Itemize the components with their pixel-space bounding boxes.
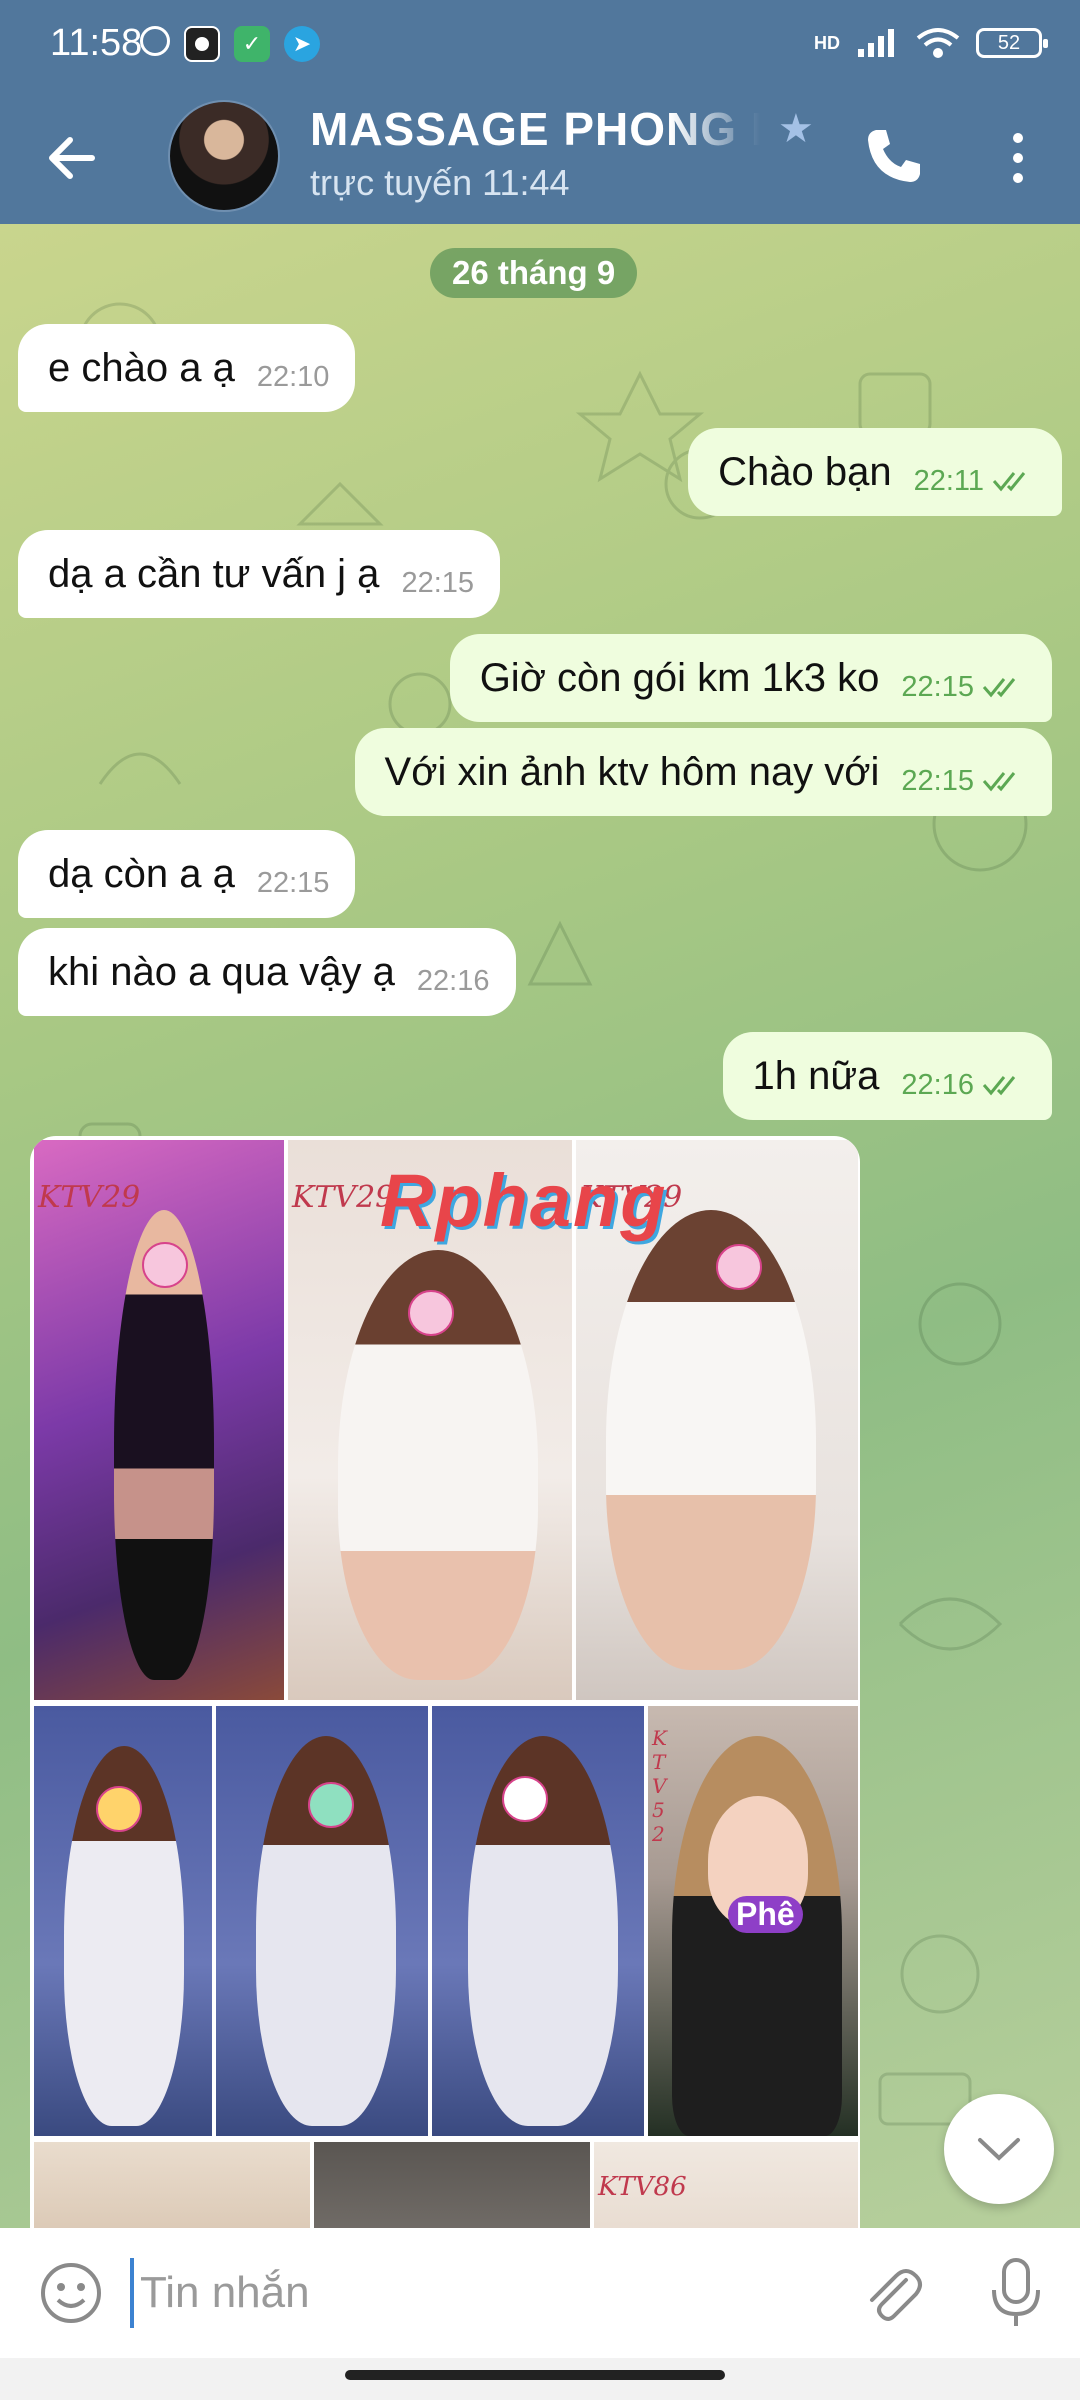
message-time: 22:15 [901, 670, 974, 703]
online-status: trực tuyến 11:44 [310, 162, 570, 203]
status-bar: 11:58 ✓ ➤ HD 52 [0, 0, 1080, 92]
read-checkmarks-icon [982, 772, 1016, 792]
photo-thumbnail[interactable]: K T V 52 Phê [648, 1706, 858, 2136]
message-outgoing[interactable]: Với xin ảnh ktv hôm nay với 22:15 [354, 728, 1052, 816]
message-outgoing[interactable]: Chào bạn 22:11 [688, 428, 1062, 516]
read-checkmarks-icon [982, 1076, 1016, 1096]
photo-figure [606, 1210, 816, 1670]
back-arrow-icon[interactable] [42, 128, 102, 188]
message-text: Với xin ảnh ktv hôm nay với [384, 749, 880, 794]
system-status: HD 52 [814, 26, 1048, 60]
date-separator: 26 tháng 9 [430, 248, 638, 298]
message-input-bar: Tin nhắn [0, 2228, 1080, 2358]
message-text: Giờ còn gói km 1k3 ko [479, 655, 880, 700]
photo-label: KTV29 [292, 1180, 395, 1215]
system-navigation-bar [0, 2358, 1080, 2400]
message-text: 1h nữa [752, 1053, 880, 1098]
face-sticker [408, 1290, 454, 1336]
watermark-logo: Rphang [380, 1159, 668, 1242]
face-sticker [142, 1242, 188, 1288]
photo-thumbnail[interactable] [432, 1706, 644, 2136]
status-time: 11:58 [50, 22, 143, 64]
read-checkmarks-icon [992, 472, 1026, 492]
photo-thumbnail[interactable] [216, 1706, 428, 2136]
alarm-icon [140, 26, 170, 56]
message-time: 22:15 [401, 566, 475, 599]
more-options-icon[interactable] [1000, 126, 1036, 190]
home-gesture-handle[interactable] [345, 2370, 725, 2380]
message-text: Chào bạn [718, 449, 892, 494]
scroll-to-bottom-button[interactable] [944, 2094, 1054, 2204]
premium-star-icon: ★ [778, 107, 814, 151]
photo-label: KTV29 [38, 1180, 141, 1215]
attach-paperclip-icon[interactable] [858, 2258, 928, 2328]
message-text: dạ a cần tư vấn j ạ [48, 551, 380, 596]
face-sticker [308, 1782, 354, 1828]
message-text: e chào a ạ [48, 345, 235, 390]
face-sticker [502, 1776, 548, 1822]
message-time: 22:15 [901, 764, 974, 797]
battery-icon: 52 [976, 28, 1048, 58]
chat-title-row[interactable]: MASSAGE PHONG N ★ [310, 102, 814, 156]
chevron-down-icon [978, 2138, 1020, 2161]
message-text: dạ còn a ạ [48, 851, 235, 896]
telegram-icon: ➤ [284, 26, 320, 62]
photo-label: K T V 52 [652, 1726, 667, 1846]
message-time: 22:10 [256, 360, 330, 393]
phone-call-icon[interactable] [862, 124, 926, 188]
wifi-icon [916, 28, 960, 58]
photo-album-message[interactable]: Rphang KTV29 KTV29 KTV29 K T V 52 Phê KT… [30, 1136, 860, 2228]
message-incoming[interactable]: e chào a ạ 22:10 [18, 324, 356, 412]
app-notification-icon [184, 26, 220, 62]
microphone-icon[interactable] [986, 2256, 1046, 2330]
photo-label: KTV86 [598, 2172, 687, 2202]
photo-thumbnail[interactable]: KTV86 [594, 2142, 858, 2228]
message-input[interactable]: Tin nhắn [130, 2258, 830, 2328]
read-checkmarks-icon [982, 678, 1016, 698]
message-incoming[interactable]: dạ a cần tư vấn j ạ 22:15 [18, 530, 501, 618]
avatar[interactable] [168, 100, 280, 212]
photo-thumbnail[interactable]: KTV29 [34, 1140, 284, 1700]
chat-area[interactable]: 26 tháng 9 e chào a ạ 22:10 Chào bạn 22:… [0, 224, 1080, 2228]
message-outgoing[interactable]: Giờ còn gói km 1k3 ko 22:15 [449, 634, 1052, 722]
photo-thumbnail[interactable] [34, 1706, 212, 2136]
face-sticker [716, 1244, 762, 1290]
message-time: 22:16 [901, 1068, 974, 1101]
message-time: 22:11 [913, 464, 984, 497]
photo-thumbnail[interactable] [34, 2142, 310, 2228]
face-sticker [96, 1786, 142, 1832]
signal-icon [858, 29, 894, 57]
message-incoming[interactable]: khi nào a qua vậy ạ 22:16 [18, 928, 516, 1016]
message-outgoing[interactable]: 1h nữa 22:16 [722, 1032, 1052, 1120]
message-text: khi nào a qua vậy ạ [48, 949, 395, 994]
chat-header: MASSAGE PHONG N ★ trực tuyến 11:44 [0, 92, 1080, 224]
chat-title: MASSAGE PHONG N [310, 103, 760, 155]
message-incoming[interactable]: dạ còn a ạ 22:15 [18, 830, 356, 918]
check-app-icon: ✓ [234, 26, 270, 62]
emoji-icon[interactable] [38, 2260, 104, 2326]
notification-icons: ✓ ➤ [140, 26, 320, 62]
phe-sticker: Phê [728, 1896, 803, 1933]
message-time: 22:16 [416, 964, 490, 997]
message-time: 22:15 [256, 866, 330, 899]
photo-thumbnail[interactable] [314, 2142, 590, 2228]
network-type: HD [814, 32, 840, 53]
